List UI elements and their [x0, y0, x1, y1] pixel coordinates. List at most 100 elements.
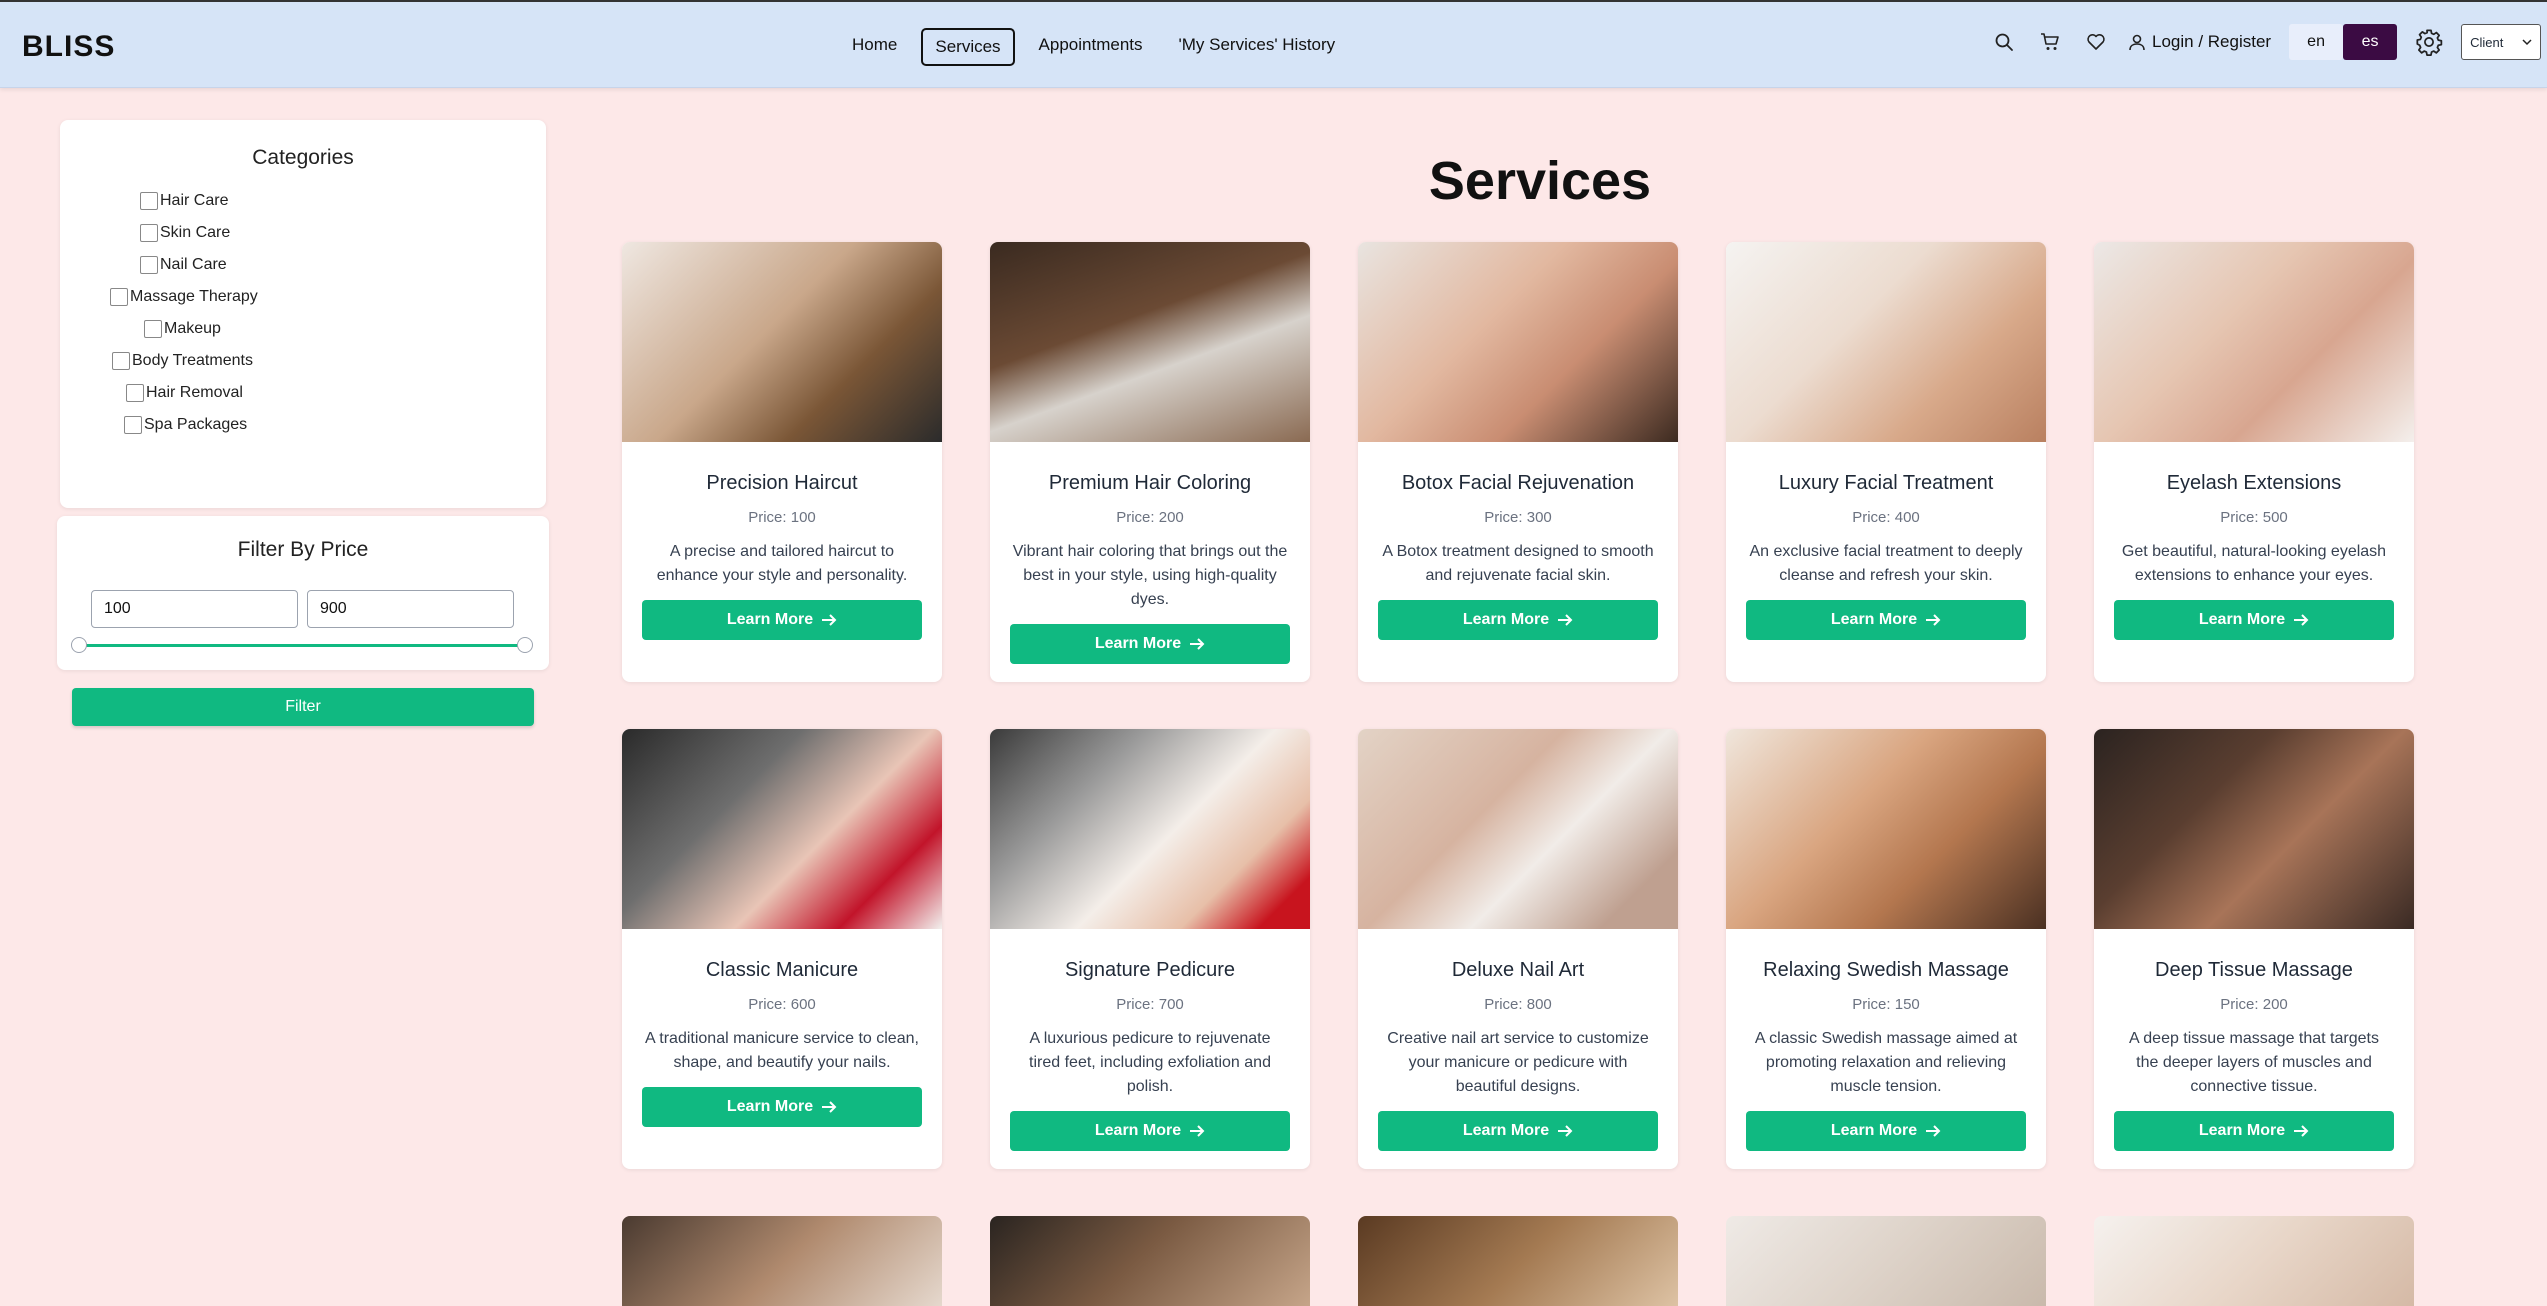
- service-image[interactable]: [1358, 729, 1678, 929]
- price-max-input[interactable]: 900: [307, 590, 514, 628]
- learn-more-label: Learn More: [1462, 1122, 1550, 1139]
- category-spa-packages[interactable]: Spa Packages: [124, 416, 247, 434]
- service-price: Price: 700: [1116, 996, 1184, 1013]
- service-title: Botox Facial Rejuvenation: [1401, 472, 1635, 494]
- service-image[interactable]: [2094, 729, 2414, 929]
- service-title: Eyelash Extensions: [2166, 472, 2342, 494]
- arrow-right-icon: [2294, 614, 2309, 626]
- slider-min-handle[interactable]: [71, 637, 87, 653]
- learn-more-button[interactable]: Learn More: [1010, 624, 1290, 664]
- service-description: A precise and tailored haircut to enhanc…: [656, 543, 908, 584]
- category-hair-removal[interactable]: Hair Removal: [126, 384, 243, 402]
- learn-more-label: Learn More: [1462, 611, 1550, 628]
- role-select[interactable]: Client: [2461, 24, 2542, 60]
- service-image[interactable]: [1726, 242, 2046, 442]
- nav-my-services-history[interactable]: 'My Services' History: [1167, 28, 1348, 66]
- category-checkbox[interactable]: [126, 384, 144, 402]
- category-label: Nail Care: [160, 256, 227, 273]
- category-skin-care[interactable]: Skin Care: [140, 224, 230, 242]
- learn-more-button[interactable]: Learn More: [1746, 1111, 2026, 1151]
- arrow-right-icon: [1190, 638, 1205, 650]
- category-checkbox[interactable]: [124, 416, 142, 434]
- service-card: Botox Facial Rejuvenation Price: 300 A B…: [1358, 242, 1678, 682]
- role-select-value: Client: [2470, 34, 2504, 50]
- nav-appointments[interactable]: Appointments: [1027, 28, 1155, 66]
- service-image[interactable]: [2094, 242, 2414, 442]
- service-description: A deep tissue massage that targets the d…: [2129, 1030, 2379, 1095]
- cart-icon[interactable]: [2036, 28, 2064, 56]
- learn-more-button[interactable]: Learn More: [2114, 1111, 2394, 1151]
- learn-more-button[interactable]: Learn More: [1010, 1111, 1290, 1151]
- category-checkbox[interactable]: [112, 352, 130, 370]
- service-image[interactable]: [990, 1216, 1310, 1306]
- service-price: Price: 400: [1852, 509, 1920, 526]
- slider-max-handle[interactable]: [517, 637, 533, 653]
- arrow-right-icon: [822, 614, 837, 626]
- category-label: Hair Care: [160, 192, 229, 209]
- category-label: Body Treatments: [132, 352, 253, 369]
- learn-more-button[interactable]: Learn More: [1746, 600, 2026, 640]
- filter-button[interactable]: Filter: [72, 688, 534, 726]
- arrow-right-icon: [822, 1101, 837, 1113]
- price-range-slider[interactable]: [71, 637, 533, 653]
- learn-more-label: Learn More: [1830, 611, 1918, 628]
- service-price: Price: 500: [2220, 509, 2288, 526]
- service-title: Deluxe Nail Art: [1451, 959, 1585, 981]
- service-price: Price: 300: [1484, 509, 1552, 526]
- search-icon[interactable]: [1990, 28, 2018, 56]
- learn-more-button[interactable]: Learn More: [1378, 1111, 1658, 1151]
- login-register-link[interactable]: Login / Register: [2128, 32, 2271, 52]
- category-checkbox[interactable]: [140, 192, 158, 210]
- nav-home[interactable]: Home: [840, 28, 909, 66]
- arrow-right-icon: [1558, 1125, 1573, 1137]
- price-filter-panel: Filter By Price 100 900: [57, 516, 549, 670]
- service-card: Relaxing Swedish Massage Price: 150 A cl…: [1726, 729, 2046, 1169]
- nav-services[interactable]: Services: [921, 28, 1015, 66]
- service-title: Classic Manicure: [705, 959, 859, 981]
- service-image[interactable]: [1358, 1216, 1678, 1306]
- service-price: Price: 800: [1484, 996, 1552, 1013]
- service-image[interactable]: [2094, 1216, 2414, 1306]
- category-hair-care[interactable]: Hair Care: [140, 192, 228, 210]
- navbar: BLISS Home Services Appointments 'My Ser…: [0, 0, 2547, 88]
- service-image[interactable]: [1726, 1216, 2046, 1306]
- learn-more-button[interactable]: Learn More: [642, 1087, 922, 1127]
- lang-en-button[interactable]: en: [2289, 24, 2344, 60]
- lang-es-button[interactable]: es: [2343, 24, 2398, 60]
- brand-logo[interactable]: BLISS: [22, 30, 115, 64]
- price-min-input[interactable]: 100: [91, 590, 298, 628]
- learn-more-label: Learn More: [726, 1098, 814, 1115]
- category-checkbox[interactable]: [140, 256, 158, 274]
- category-nail-care[interactable]: Nail Care: [140, 256, 227, 274]
- service-image[interactable]: [622, 729, 942, 929]
- learn-more-button[interactable]: Learn More: [642, 600, 922, 640]
- service-image[interactable]: [622, 1216, 942, 1306]
- service-price: Price: 600: [748, 996, 816, 1013]
- service-description: Get beautiful, natural-looking eyelash e…: [2121, 543, 2387, 584]
- categories-panel: Categories Hair Care Skin Care Nail Care…: [60, 120, 546, 508]
- learn-more-button[interactable]: Learn More: [1378, 600, 1658, 640]
- chevron-down-icon: [2522, 39, 2532, 46]
- category-checkbox[interactable]: [110, 288, 128, 306]
- service-image[interactable]: [990, 242, 1310, 442]
- category-body-treatments[interactable]: Body Treatments: [112, 352, 253, 370]
- category-checkbox[interactable]: [144, 320, 162, 338]
- service-image[interactable]: [990, 729, 1310, 929]
- user-icon: [2129, 34, 2145, 51]
- arrow-right-icon: [1926, 1125, 1941, 1137]
- login-register-label: Login / Register: [2152, 32, 2272, 51]
- heart-icon[interactable]: [2082, 28, 2110, 56]
- service-image[interactable]: [622, 242, 942, 442]
- category-checkbox[interactable]: [140, 224, 158, 242]
- service-image[interactable]: [1726, 729, 2046, 929]
- learn-more-button[interactable]: Learn More: [2114, 600, 2394, 640]
- category-makeup[interactable]: Makeup: [144, 320, 221, 338]
- gear-icon[interactable]: [2415, 28, 2443, 56]
- arrow-right-icon: [1190, 1125, 1205, 1137]
- service-price: Price: 200: [2220, 996, 2288, 1013]
- service-description: A Botox treatment designed to smooth and…: [1382, 543, 1654, 584]
- learn-more-label: Learn More: [2198, 1122, 2286, 1139]
- arrow-right-icon: [1558, 614, 1573, 626]
- category-massage-therapy[interactable]: Massage Therapy: [110, 288, 258, 306]
- service-image[interactable]: [1358, 242, 1678, 442]
